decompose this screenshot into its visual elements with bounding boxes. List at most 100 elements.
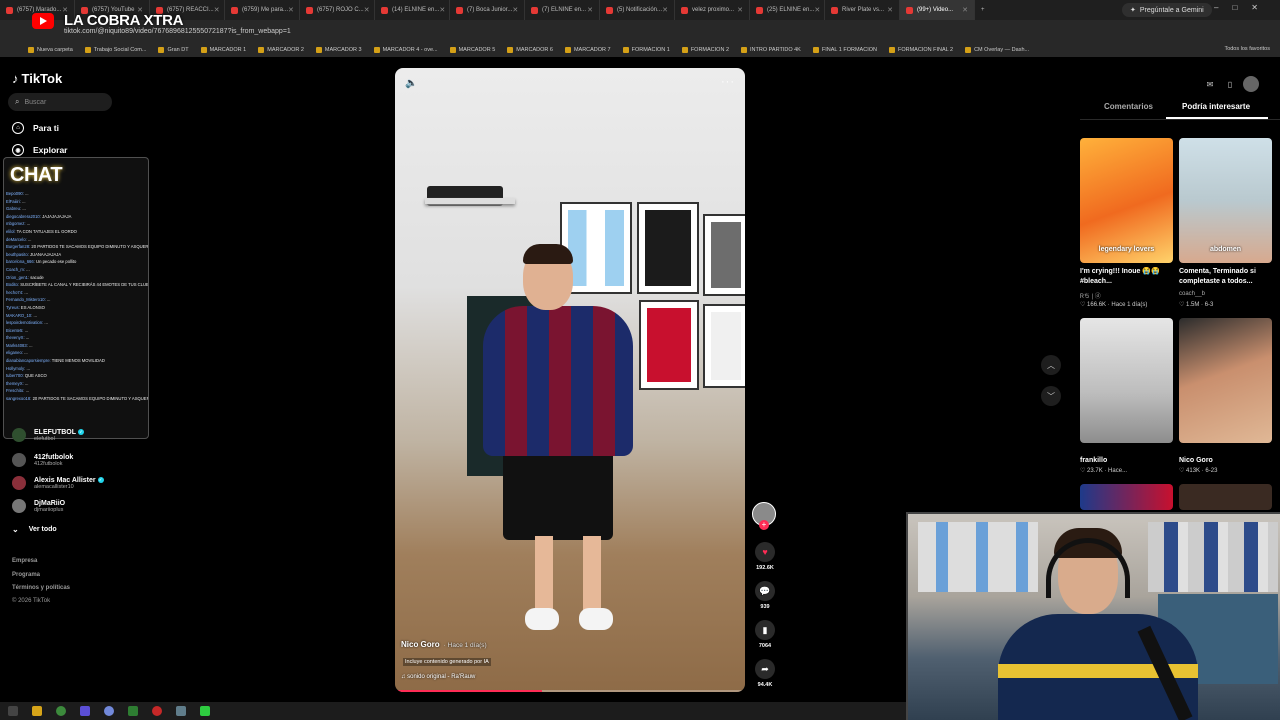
- save-button[interactable]: ▮ 7064: [752, 620, 778, 649]
- previous-video-button[interactable]: ︿: [1041, 355, 1061, 375]
- app-icon[interactable]: [176, 706, 186, 716]
- taskbar: [0, 702, 906, 720]
- close-icon[interactable]: ✕: [887, 6, 893, 14]
- start-icon[interactable]: [8, 706, 18, 716]
- bookmark-item[interactable]: CM Overlay — Dash...: [965, 46, 1029, 53]
- following-account[interactable]: Alexis Mac Allister ✓ alemacallister10: [12, 476, 104, 490]
- close-icon[interactable]: ✕: [737, 6, 743, 14]
- bookmark-item[interactable]: MARCADOR 4 - ove...: [373, 46, 438, 53]
- browser-tab[interactable]: (99+) Video... ✕: [900, 0, 975, 20]
- volume-icon[interactable]: 🔈: [405, 78, 417, 89]
- like-button[interactable]: ♥ 192.6K: [752, 542, 778, 571]
- footer-link[interactable]: Programa: [12, 572, 40, 578]
- close-icon[interactable]: ✕: [512, 6, 518, 14]
- bookmark-item[interactable]: MARCADOR 1: [200, 46, 246, 53]
- bookmark-item[interactable]: FORMACION 2: [681, 46, 729, 53]
- footer-link[interactable]: Empresa: [12, 558, 37, 564]
- close-icon[interactable]: ✕: [288, 6, 294, 14]
- browser-tab[interactable]: (7) ELNINE en... ✕: [525, 0, 600, 20]
- recommended-user[interactable]: frankillo: [1080, 457, 1107, 464]
- following-account[interactable]: 412futbolok 412futbolok: [12, 453, 73, 467]
- send-icon[interactable]: ✉: [1203, 77, 1217, 91]
- browser-tab[interactable]: (25) ELNINE en... ✕: [750, 0, 825, 20]
- recommended-caption[interactable]: I'm crying!!! Inoue 😭😭 #bleach...: [1080, 267, 1170, 287]
- window-controls[interactable]: –□✕: [1214, 3, 1272, 12]
- recommended-user[interactable]: Ꮢち | ⓓ: [1080, 291, 1101, 301]
- close-icon[interactable]: ✕: [439, 6, 445, 14]
- recommended-thumbnail[interactable]: legendary lovers: [1080, 138, 1173, 263]
- close-icon[interactable]: ✕: [662, 6, 668, 14]
- browser-tab[interactable]: River Plate vs... ✕: [825, 0, 900, 20]
- video-author[interactable]: Nico Goro · Hace 1 día(s): [401, 640, 487, 649]
- bookmark-item[interactable]: FORMACION 1: [622, 46, 670, 53]
- recommended-thumbnail[interactable]: [1080, 484, 1173, 510]
- chat-message: beuthpasito: JUANAAJAJAJA: [6, 251, 62, 257]
- framed-shirt-image: [703, 304, 745, 388]
- bookmark-item[interactable]: MARCADOR 3: [315, 46, 362, 53]
- discord-icon[interactable]: [104, 706, 114, 716]
- bookmark-item[interactable]: FORMACION FINAL 2: [888, 46, 953, 53]
- recommended-thumbnail[interactable]: abdomen: [1179, 138, 1272, 263]
- browser-tab[interactable]: (14) ELNINE en... ✕: [375, 0, 450, 20]
- follow-plus-icon[interactable]: +: [759, 520, 769, 530]
- bookmark-item[interactable]: Gran DT: [158, 46, 189, 53]
- inbox-icon[interactable]: ▯: [1223, 77, 1237, 91]
- recommended-user[interactable]: Nico Goro: [1179, 457, 1213, 464]
- app-icon[interactable]: [128, 706, 138, 716]
- top-right-icons: ✉ ▯: [1203, 77, 1243, 91]
- obs-icon[interactable]: [152, 706, 162, 716]
- share-button[interactable]: ➦ 94.4K: [752, 659, 778, 688]
- browser-tab[interactable]: velez proximo... ✕: [675, 0, 750, 20]
- close-icon[interactable]: ✕: [962, 6, 968, 14]
- recommended-thumbnail[interactable]: [1179, 484, 1272, 510]
- following-account[interactable]: DjMaRiiO djmariioplus: [12, 499, 65, 513]
- app-icon[interactable]: [200, 706, 210, 716]
- footer-link[interactable]: Términos y políticas: [12, 585, 70, 591]
- home-icon: ⌂: [12, 122, 24, 134]
- more-icon[interactable]: ···: [721, 76, 735, 88]
- recommended-caption[interactable]: Comenta, Terminado si completaste a todo…: [1179, 267, 1269, 287]
- video-sound[interactable]: ♫ sonido original - Ra'Rauw: [401, 674, 475, 680]
- close-icon[interactable]: ✕: [214, 6, 220, 14]
- video-progress-bar[interactable]: [395, 690, 745, 692]
- folder-icon[interactable]: [32, 706, 42, 716]
- tab-comments[interactable]: Comentarios: [1104, 102, 1153, 111]
- url-field[interactable]: tiktok.com/@niquito89/video/767689681255…: [64, 25, 1104, 37]
- see-all-button[interactable]: ⌄ Ver todo: [12, 525, 57, 534]
- app-icon[interactable]: [80, 706, 90, 716]
- tab-active-indicator: [1166, 117, 1268, 119]
- comment-button[interactable]: 💬 939: [752, 581, 778, 610]
- recommended-thumbnail[interactable]: [1080, 318, 1173, 443]
- browser-tab[interactable]: (7) Boca Junior... ✕: [450, 0, 525, 20]
- browser-tab[interactable]: (6757) ROJO C... ✕: [300, 0, 375, 20]
- bookmark-item[interactable]: Nueva carpeta: [28, 46, 73, 53]
- browser-tab[interactable]: (5) Notificación... ✕: [600, 0, 675, 20]
- recommended-thumbnail[interactable]: [1179, 318, 1272, 443]
- profile-avatar[interactable]: [1243, 76, 1259, 92]
- close-icon[interactable]: ✕: [364, 6, 370, 14]
- bookmark-item[interactable]: MARCADOR 6: [507, 46, 553, 53]
- bookmark-item[interactable]: Trabajo Social Com...: [84, 46, 146, 53]
- new-tab-icon[interactable]: +: [975, 0, 995, 20]
- search-input[interactable]: ⌕ Buscar: [8, 93, 112, 111]
- bookmark-item[interactable]: MARCADOR 2: [258, 46, 304, 53]
- bookmark-item[interactable]: INTRO PARTIDO 4K: [741, 46, 801, 53]
- video-player[interactable]: 🔈 ··· Nico Goro · Hace 1 día(s) Incluye c…: [395, 68, 745, 692]
- browser-tab[interactable]: (6759) Me para... ✕: [225, 0, 300, 20]
- nav-explorar[interactable]: ◉ Explorar: [12, 144, 68, 156]
- following-account[interactable]: ELEFUTBOL ✓ elefutbol: [12, 428, 84, 442]
- close-icon[interactable]: ✕: [814, 6, 820, 14]
- avatar: [12, 476, 26, 490]
- bookmark-item[interactable]: MARCADOR 7: [564, 46, 611, 53]
- chrome-icon[interactable]: [56, 706, 66, 716]
- gemini-button[interactable]: ✦ Pregúntale a Gemini: [1122, 3, 1212, 17]
- bookmark-item[interactable]: MARCADOR 5: [449, 46, 495, 53]
- bookmark-item[interactable]: FINAL 1 FORMACION: [812, 46, 877, 53]
- recommended-user[interactable]: coach__b: [1179, 291, 1205, 297]
- close-icon[interactable]: ✕: [587, 6, 593, 14]
- tiktok-logo[interactable]: ♪ TikTok: [12, 71, 62, 86]
- nav-para-ti[interactable]: ⌂ Para ti: [12, 122, 59, 134]
- tab-recommended[interactable]: Podría interesarte: [1182, 102, 1250, 111]
- bookmarks-all[interactable]: Todos los favoritos: [1224, 46, 1270, 52]
- next-video-button[interactable]: ﹀: [1041, 386, 1061, 406]
